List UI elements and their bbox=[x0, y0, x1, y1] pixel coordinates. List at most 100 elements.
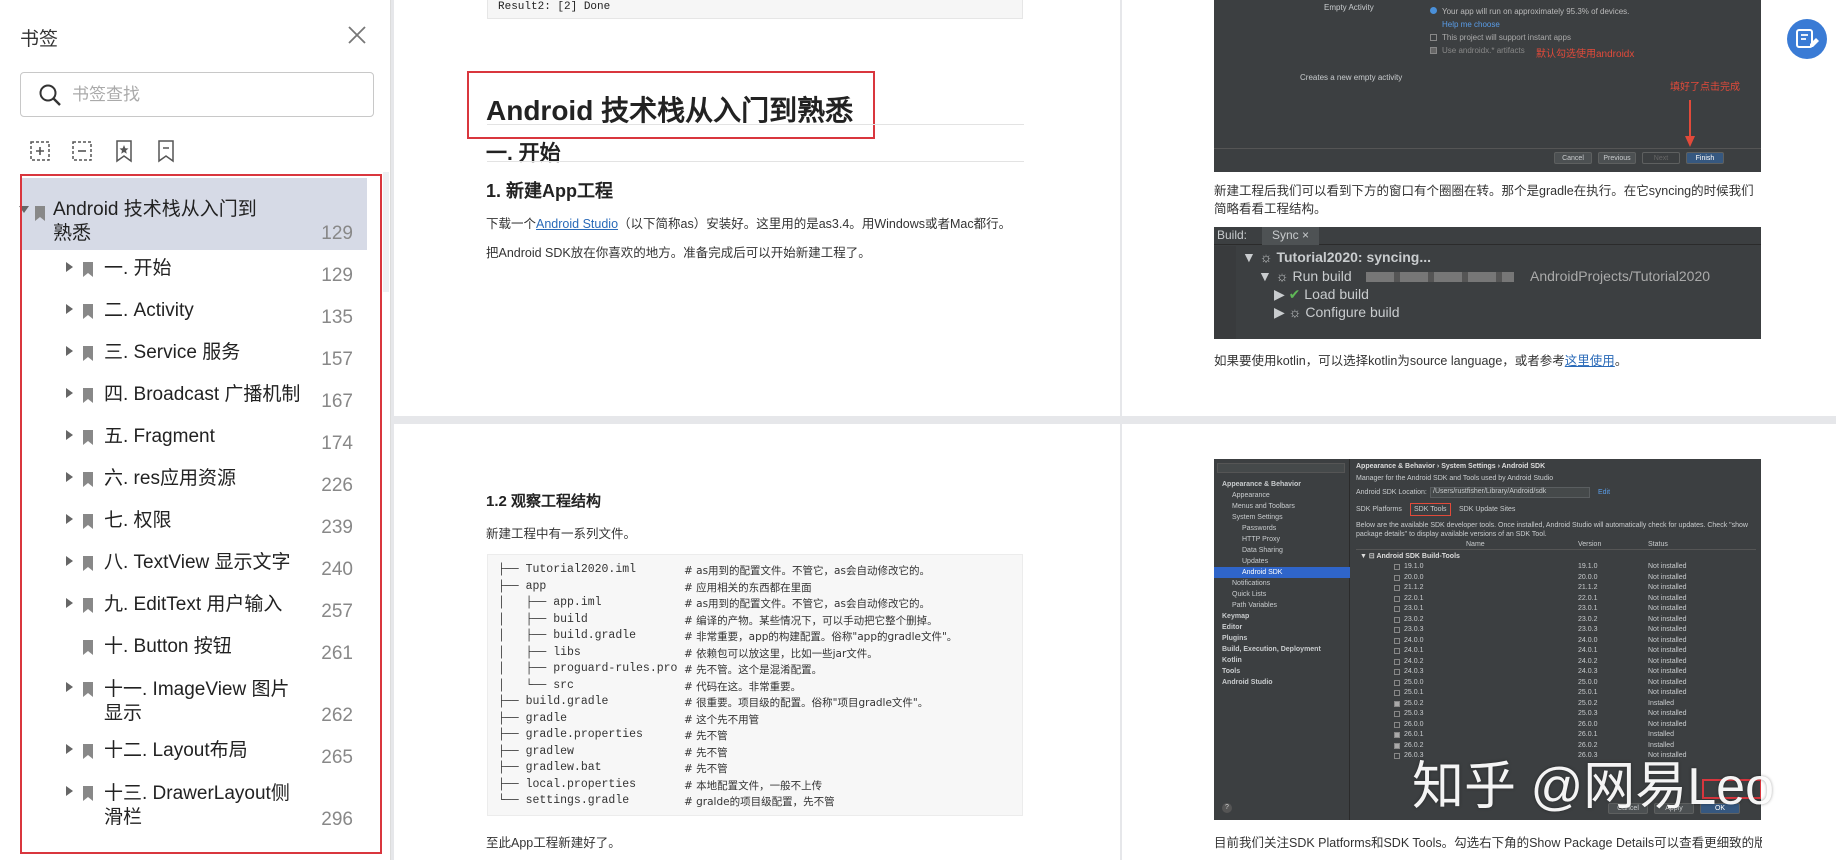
expand-arrow-icon[interactable] bbox=[66, 262, 73, 272]
bookmark-item[interactable]: 三. Service 服务 157 bbox=[22, 334, 367, 376]
settings-tree-item[interactable]: Plugins bbox=[1214, 633, 1350, 644]
tab-sdk-platforms[interactable]: SDK Platforms bbox=[1356, 506, 1402, 513]
table-row[interactable]: 21.1.2 21.1.2 Not installed bbox=[1356, 583, 1756, 594]
settings-tree-item[interactable]: Appearance bbox=[1214, 490, 1350, 501]
settings-tree-item[interactable]: System Settings bbox=[1214, 512, 1350, 523]
table-row[interactable]: 19.1.0 19.1.0 Not installed bbox=[1356, 562, 1756, 573]
table-row[interactable]: 24.0.0 24.0.0 Not installed bbox=[1356, 636, 1756, 647]
checkbox[interactable] bbox=[1394, 700, 1400, 707]
checkbox[interactable] bbox=[1394, 637, 1400, 644]
feedback-icon[interactable] bbox=[1786, 18, 1828, 60]
table-row[interactable]: 25.0.2 25.0.2 Installed bbox=[1356, 699, 1756, 710]
settings-tree-item[interactable]: Editor bbox=[1214, 622, 1350, 633]
expand-arrow-icon[interactable] bbox=[66, 514, 73, 524]
scrollbar[interactable] bbox=[383, 172, 389, 292]
tab-sync[interactable]: Sync × bbox=[1262, 227, 1320, 245]
settings-tree-item[interactable]: Updates bbox=[1214, 556, 1350, 567]
bookmark-item[interactable]: 十一. ImageView 图片 显示 262 bbox=[22, 670, 367, 732]
table-row[interactable]: 26.0.0 26.0.0 Not installed bbox=[1356, 720, 1756, 731]
settings-tree-item[interactable]: Android SDK bbox=[1214, 567, 1350, 578]
table-row[interactable]: 22.0.1 22.0.1 Not installed bbox=[1356, 594, 1756, 605]
checkbox[interactable] bbox=[1394, 585, 1400, 591]
expand-arrow-icon[interactable] bbox=[66, 556, 73, 566]
expand-arrow-icon[interactable] bbox=[66, 388, 73, 398]
expand-arrow-icon[interactable] bbox=[66, 430, 73, 440]
checkbox[interactable] bbox=[1394, 669, 1400, 675]
checkbox[interactable] bbox=[1394, 711, 1400, 717]
settings-tree-item[interactable]: HTTP Proxy bbox=[1214, 534, 1350, 545]
checkbox[interactable] bbox=[1394, 732, 1400, 738]
table-row[interactable]: 24.0.2 24.0.2 Not installed bbox=[1356, 657, 1756, 668]
bookmark-item[interactable]: 八. TextView 显示文字 240 bbox=[22, 544, 367, 586]
next-button[interactable]: Next bbox=[1642, 152, 1680, 164]
checkbox[interactable] bbox=[1394, 606, 1400, 612]
settings-tree-item[interactable]: Passwords bbox=[1214, 523, 1350, 534]
checkbox[interactable] bbox=[1394, 616, 1400, 623]
table-row[interactable]: 25.0.3 25.0.3 Not installed bbox=[1356, 709, 1756, 720]
expand-arrow-icon[interactable] bbox=[66, 598, 73, 608]
settings-tree-item[interactable]: Appearance & Behavior bbox=[1214, 479, 1350, 490]
bookmark-item[interactable]: 十. Button 按钮 261 bbox=[22, 628, 367, 670]
bookmark-item[interactable]: 四. Broadcast 广播机制 167 bbox=[22, 376, 367, 418]
settings-tree-item[interactable]: Path Variables bbox=[1214, 600, 1350, 611]
bookmark-item[interactable]: 一. 开始 129 bbox=[22, 250, 367, 292]
table-row[interactable]: 24.0.1 24.0.1 Not installed bbox=[1356, 646, 1756, 657]
remove-bookmark-icon[interactable] bbox=[70, 139, 94, 163]
edit-link[interactable]: Edit bbox=[1598, 489, 1610, 496]
location-input[interactable]: /Users/rustfisher/Library/Android/sdk bbox=[1430, 487, 1590, 498]
bookmark-item[interactable]: 五. Fragment 174 bbox=[22, 418, 367, 460]
settings-tree-item[interactable]: Notifications bbox=[1214, 578, 1350, 589]
checkbox[interactable] bbox=[1430, 34, 1437, 41]
search-input[interactable] bbox=[72, 84, 342, 105]
bookmark-item[interactable]: 六. res应用资源 226 bbox=[22, 460, 367, 502]
settings-tree-item[interactable]: Android Studio bbox=[1214, 677, 1350, 688]
tab-sdk-update-sites[interactable]: SDK Update Sites bbox=[1459, 506, 1515, 513]
settings-tree-item[interactable]: Keymap bbox=[1214, 611, 1350, 622]
bookmark-item[interactable]: 十二. Layout布局 265 bbox=[22, 732, 367, 774]
tab-sdk-tools[interactable]: SDK Tools bbox=[1410, 503, 1451, 516]
settings-tree-item[interactable]: Build, Execution, Deployment bbox=[1214, 644, 1350, 655]
expand-arrow-icon[interactable] bbox=[66, 472, 73, 482]
checkbox[interactable] bbox=[1394, 564, 1400, 570]
settings-tree-item[interactable]: Kotlin bbox=[1214, 655, 1350, 666]
bookmark-star-icon[interactable] bbox=[112, 139, 136, 163]
checkbox[interactable] bbox=[1394, 753, 1400, 759]
table-row[interactable]: 20.0.0 20.0.0 Not installed bbox=[1356, 573, 1756, 584]
bookmark-icon[interactable] bbox=[154, 139, 178, 163]
kotlin-link[interactable]: 这里使用 bbox=[1565, 354, 1615, 368]
expand-arrow-icon[interactable] bbox=[66, 682, 73, 692]
table-row[interactable]: 24.0.3 24.0.3 Not installed bbox=[1356, 667, 1756, 678]
checkbox[interactable] bbox=[1394, 574, 1400, 581]
expand-arrow-icon[interactable] bbox=[66, 786, 73, 796]
bookmark-root[interactable]: Android 技术栈从入门到 熟悉 129 bbox=[19, 178, 367, 250]
cancel-button[interactable]: Cancel bbox=[1554, 152, 1592, 164]
checkbox[interactable] bbox=[1394, 742, 1400, 749]
help-icon[interactable]: ? bbox=[1222, 803, 1232, 813]
checkbox[interactable] bbox=[1394, 595, 1400, 602]
expand-arrow-icon[interactable] bbox=[66, 346, 73, 356]
add-bookmark-icon[interactable] bbox=[28, 139, 52, 163]
finish-button[interactable]: Finish bbox=[1686, 152, 1724, 164]
checkbox[interactable] bbox=[1394, 721, 1400, 728]
help-link[interactable]: Help me choose bbox=[1442, 20, 1500, 29]
checkbox[interactable] bbox=[1394, 658, 1400, 665]
bookmark-item[interactable]: 七. 权限 239 bbox=[22, 502, 367, 544]
previous-button[interactable]: Previous bbox=[1598, 152, 1636, 164]
settings-tree-item[interactable]: Tools bbox=[1214, 666, 1350, 677]
checkbox[interactable] bbox=[1430, 47, 1437, 54]
checkbox[interactable] bbox=[1394, 627, 1400, 633]
table-row[interactable]: 23.0.2 23.0.2 Not installed bbox=[1356, 615, 1756, 626]
table-row[interactable]: 23.0.3 23.0.3 Not installed bbox=[1356, 625, 1756, 636]
bookmark-item[interactable]: 九. EditText 用户输入 257 bbox=[22, 586, 367, 628]
checkbox[interactable] bbox=[1394, 648, 1400, 654]
checkbox[interactable] bbox=[1394, 690, 1400, 696]
bookmark-item[interactable]: 十三. DrawerLayout侧 滑栏 296 bbox=[22, 774, 367, 836]
android-studio-link[interactable]: Android Studio bbox=[536, 217, 618, 231]
table-row[interactable]: 25.0.1 25.0.1 Not installed bbox=[1356, 688, 1756, 699]
settings-tree-item[interactable]: Quick Lists bbox=[1214, 589, 1350, 600]
settings-tree-item[interactable]: Menus and Toolbars bbox=[1214, 501, 1350, 512]
table-row[interactable]: 23.0.1 23.0.1 Not installed bbox=[1356, 604, 1756, 615]
search-box[interactable] bbox=[1217, 463, 1345, 473]
search-field[interactable] bbox=[20, 72, 374, 117]
expand-arrow-icon[interactable] bbox=[66, 304, 73, 314]
